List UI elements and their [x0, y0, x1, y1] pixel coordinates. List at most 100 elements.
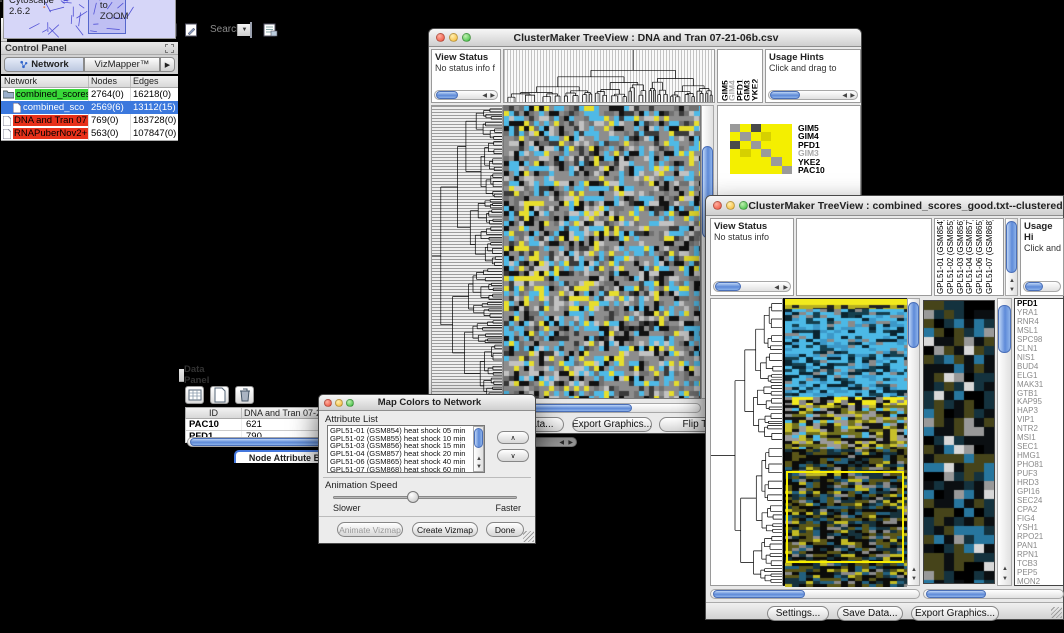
delete-attribute-icon[interactable]	[235, 386, 254, 404]
attribute-list-vscrollbar[interactable]: ▲ ▼	[473, 426, 484, 472]
close-button[interactable]	[713, 201, 722, 210]
select-attributes-icon[interactable]	[185, 386, 204, 404]
list-item[interactable]: GIM4	[727, 52, 734, 101]
col-network[interactable]: Network	[1, 76, 89, 87]
resize-grip[interactable]	[1051, 607, 1062, 618]
zoom-button[interactable]	[462, 33, 471, 42]
network-row-rnapuber[interactable]: RNAPuberNov2+ 563(0) 107847(0)	[1, 127, 178, 140]
minimize-button[interactable]	[726, 201, 735, 210]
list-item[interactable]: GPL51-04 (GSM857)	[965, 220, 975, 294]
view-status-hscrollbar[interactable]: ◀ ▶	[434, 90, 498, 100]
dialog-title-bar[interactable]: Map Colors to Network	[319, 395, 535, 411]
list-item[interactable]: GPL51-06 (GSM865)	[975, 220, 985, 294]
scroll-up-icon[interactable]: ▲	[911, 567, 917, 573]
close-button[interactable]	[324, 399, 332, 407]
create-vizmap-button[interactable]: Create Vizmap	[412, 522, 478, 537]
tv2-settings-button[interactable]: Settings...	[767, 606, 829, 621]
scroll-up-icon[interactable]: ▲	[1009, 278, 1015, 284]
annotation-icon[interactable]	[181, 21, 200, 39]
scroll-up-icon[interactable]: ▲	[476, 456, 482, 462]
tv1-row-dendrogram[interactable]	[431, 105, 503, 399]
scroll-right-icon[interactable]: ▶	[490, 93, 495, 99]
tv2-export-graphics-button[interactable]: Export Graphics...	[911, 606, 999, 621]
tv2-genelist-vscrollbar[interactable]: ▲ ▼	[997, 298, 1012, 586]
list-item[interactable]: GPL51-02 (GSM855)	[946, 220, 956, 294]
view-status-hscrollbar[interactable]: ◀ ▶	[713, 281, 791, 292]
minimize-button[interactable]	[449, 33, 458, 42]
tab-vizmapper[interactable]: VizMapper™	[84, 57, 160, 72]
tv1-heatmap[interactable]	[503, 105, 701, 399]
list-item[interactable]: GPL51-07 (GSM868) heat shock 60 min	[328, 466, 484, 473]
vscroll-thumb[interactable]	[1006, 221, 1017, 273]
vscroll-thumb[interactable]	[998, 305, 1011, 353]
scroll-down-icon[interactable]: ▼	[911, 576, 917, 582]
tv2-zoom-heatmap[interactable]	[923, 300, 995, 584]
scroll-down-icon[interactable]: ▼	[1002, 576, 1008, 582]
tv2-heatmap-vscrollbar[interactable]: ▲ ▼	[907, 298, 920, 586]
tv2-labels-vscrollbar[interactable]: ▲ ▼	[1005, 218, 1018, 296]
tv2-column-dendrogram-area[interactable]	[796, 218, 932, 296]
treeview2-title-bar[interactable]: ClusterMaker TreeView : combined_scores_…	[706, 196, 1063, 216]
scroll-right-icon[interactable]: ▶	[783, 285, 788, 291]
search-input[interactable]: ▼	[250, 22, 252, 38]
move-up-button[interactable]: ∧	[497, 431, 529, 444]
network-row-selected[interactable]: combined_sco 2569(6) 13112(15)	[1, 101, 178, 114]
zoom-button[interactable]	[346, 399, 354, 407]
close-button[interactable]	[436, 33, 445, 42]
list-item[interactable]: PAC10	[798, 166, 825, 174]
hscroll-thumb[interactable]	[436, 91, 458, 99]
hscroll-thumb[interactable]	[770, 91, 800, 99]
tv1-export-graphics-button[interactable]: Export Graphics...	[572, 417, 652, 432]
tabs-overflow-button[interactable]: ▶	[160, 57, 175, 72]
tv1-column-dendrogram[interactable]	[503, 49, 715, 103]
animate-vizmap-button[interactable]: Animate Vizmap	[337, 522, 403, 537]
tv2-row-dendrogram[interactable]	[710, 298, 783, 586]
attribute-row[interactable]: PAC10 621	[185, 419, 335, 431]
tv2-heatmap[interactable]	[783, 298, 907, 586]
list-item[interactable]: MON2	[1017, 578, 1063, 586]
vscroll-thumb[interactable]	[474, 428, 483, 448]
tv1-zoom-matrix[interactable]	[730, 124, 792, 174]
tv2-gene-list[interactable]: PFD1YRA1RNR4MSL1SPC98CLN1NIS1BUD4ELG1MAK…	[1014, 298, 1064, 586]
scroll-down-icon[interactable]: ▼	[1009, 287, 1015, 293]
col-edges[interactable]: Edges	[131, 76, 178, 87]
treeview1-title-bar[interactable]: ClusterMaker TreeView : DNA and Tran 07-…	[429, 29, 861, 47]
scroll-left-icon[interactable]: ◀	[559, 440, 564, 446]
resize-grip[interactable]	[523, 531, 534, 542]
hscroll-thumb[interactable]	[1025, 282, 1043, 291]
hscroll-thumb[interactable]	[715, 282, 741, 291]
minimize-button[interactable]	[335, 399, 343, 407]
tv2-save-data-button[interactable]: Save Data...	[837, 606, 903, 621]
move-down-button[interactable]: ∨	[497, 449, 529, 462]
list-item[interactable]: YKE2	[750, 52, 757, 101]
hscroll-thumb[interactable]	[713, 590, 805, 598]
usage-hints-hscrollbar[interactable]: ◀ ▶	[768, 90, 858, 100]
attribute-list[interactable]: GPL51-01 (GSM854) heat shock 05 minGPL51…	[327, 425, 485, 473]
scroll-left-icon[interactable]: ◀	[842, 93, 847, 99]
scroll-right-icon[interactable]: ▶	[850, 93, 855, 99]
zoom-button[interactable]	[739, 201, 748, 210]
id-column-header[interactable]: ID	[186, 408, 242, 418]
vscroll-thumb[interactable]	[908, 302, 919, 348]
list-item[interactable]: GIM3	[742, 52, 749, 101]
tv2-selection-rect[interactable]	[786, 471, 904, 563]
list-item[interactable]: GPL51-01 (GSM854)	[936, 220, 946, 294]
list-item[interactable]: GPL51-03 (GSM856)	[956, 220, 966, 294]
new-attribute-icon[interactable]	[210, 386, 229, 404]
attribute-browser-icon[interactable]	[260, 21, 279, 39]
scroll-left-icon[interactable]: ◀	[774, 285, 779, 291]
scroll-up-icon[interactable]: ▲	[1002, 566, 1008, 572]
tab-network[interactable]: Network	[4, 57, 84, 72]
scroll-right-icon[interactable]: ▶	[568, 440, 573, 446]
network-row-combined-scores[interactable]: combined_scores 2764(0) 16218(0)	[1, 88, 178, 101]
tv2-hscrollbar-left[interactable]	[710, 589, 920, 599]
animation-speed-slider[interactable]	[333, 496, 517, 499]
float-panel-icon[interactable]	[165, 44, 174, 53]
done-button[interactable]: Done	[486, 522, 524, 537]
usage-hints-hscrollbar[interactable]	[1023, 281, 1061, 292]
scroll-down-icon[interactable]: ▼	[476, 464, 482, 470]
tv2-hscrollbar-right[interactable]	[923, 589, 1064, 599]
list-item[interactable]: GPL51-07 (GSM868)	[985, 220, 995, 294]
hscroll-thumb[interactable]	[926, 590, 986, 598]
network-row-dna-tran[interactable]: DNA and Tran 07 769(0) 183728(0)	[1, 114, 178, 127]
